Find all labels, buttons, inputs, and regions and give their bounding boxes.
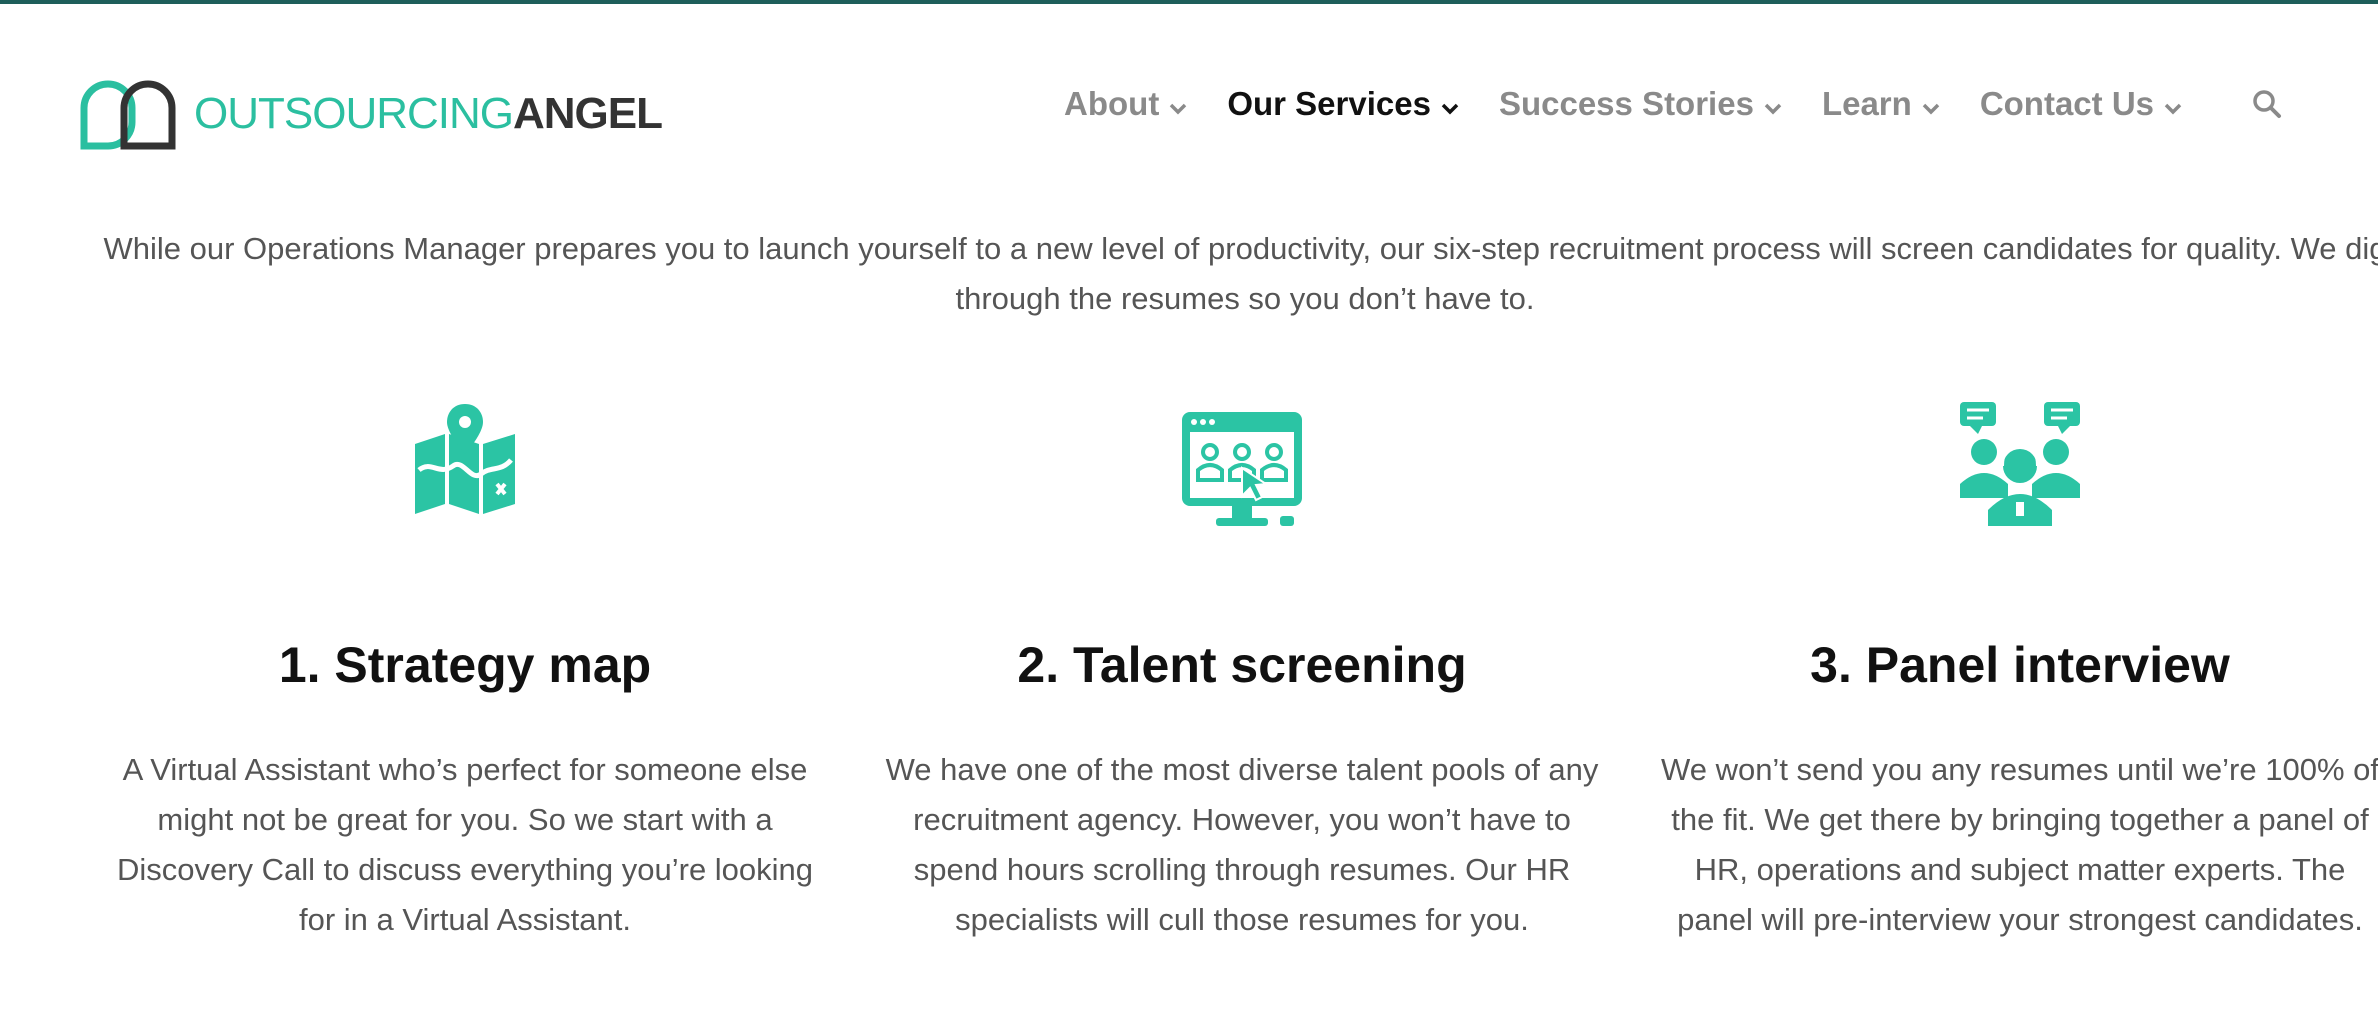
panel-interview-icon: [1960, 402, 2080, 526]
step-panel-interview: 3. Panel interview We won’t send you any…: [1650, 400, 2378, 945]
search-button[interactable]: [2252, 89, 2282, 119]
nav-item-about[interactable]: About: [1064, 85, 1187, 123]
step-talent-screening: 2. Talent screening We have one of the m…: [872, 400, 1612, 945]
chevron-down-icon: [1441, 85, 1459, 123]
nav-item-label: Learn: [1821, 85, 1912, 122]
logo-text-angel: ANGEL: [513, 89, 663, 138]
step-title: 2. Talent screening: [1017, 637, 1467, 693]
talent-screening-icon: [1182, 412, 1302, 526]
search-icon: [2253, 90, 2281, 118]
nav-item-label: Success Stories: [1498, 85, 1754, 122]
step-title: 1. Strategy map: [278, 637, 652, 693]
step-strategy-map: 1. Strategy map A Virtual Assistant who’…: [95, 400, 835, 945]
step-description: A Virtual Assistant who’s perfect for so…: [116, 752, 814, 937]
main-navigation: About Our Services Success Stories Learn…: [1024, 82, 2282, 126]
nav-item-label: Contact Us: [1979, 85, 2154, 122]
site-logo[interactable]: OUTSOURCINGANGEL: [78, 78, 663, 150]
logo-mark-icon: [80, 80, 176, 150]
chevron-down-icon: [1764, 85, 1782, 123]
intro-paragraph: While our Operations Manager prepares yo…: [103, 231, 2378, 316]
chevron-down-icon: [1922, 85, 1940, 123]
logo-text-outsourcing: OUTSOURCING: [194, 89, 514, 138]
nav-item-label: About: [1064, 85, 1160, 122]
step-title: 3. Panel interview: [1810, 637, 2230, 693]
nav-item-label: Our Services: [1227, 85, 1431, 122]
nav-item-contact-us[interactable]: Contact Us: [1980, 85, 2182, 123]
step-description: We have one of the most diverse talent p…: [885, 752, 1599, 937]
nav-item-success-stories[interactable]: Success Stories: [1499, 85, 1782, 123]
step-description: We won’t send you any resumes until we’r…: [1661, 752, 2378, 937]
chevron-down-icon: [1169, 85, 1187, 123]
chevron-down-icon: [2164, 85, 2182, 123]
nav-item-our-services[interactable]: Our Services: [1227, 85, 1459, 123]
nav-item-learn[interactable]: Learn: [1822, 85, 1940, 123]
top-accent-border: [0, 0, 2378, 4]
logo-wordmark: OUTSOURCINGANGEL: [194, 89, 663, 138]
strategy-map-icon: [415, 404, 515, 514]
